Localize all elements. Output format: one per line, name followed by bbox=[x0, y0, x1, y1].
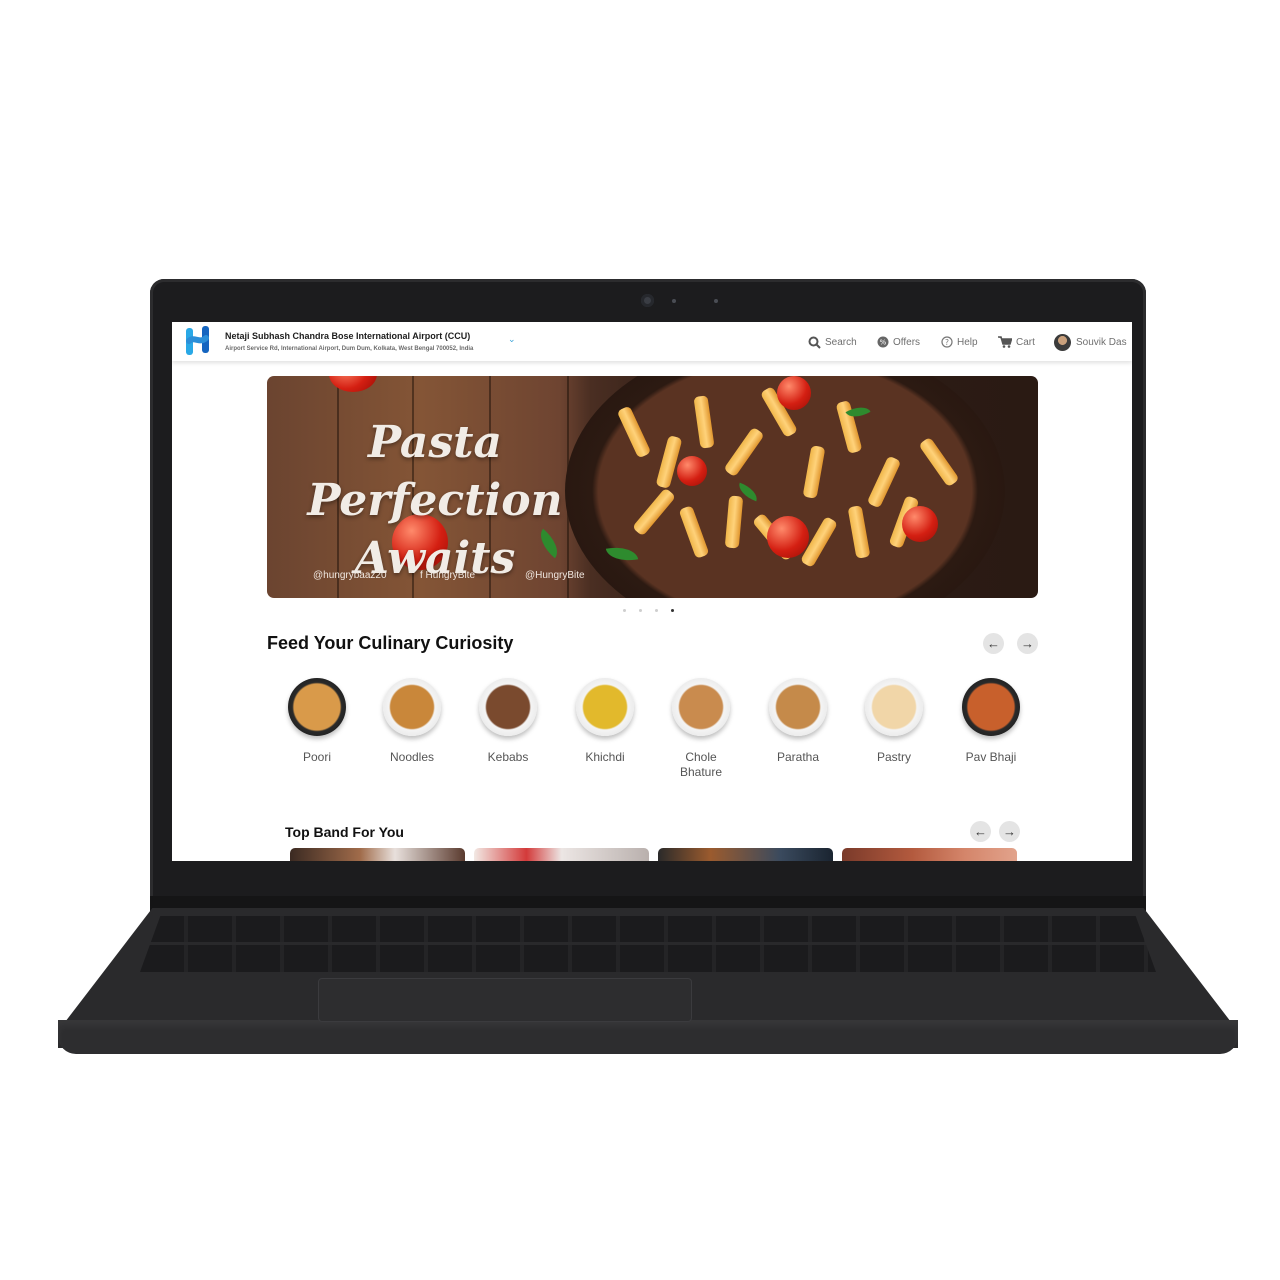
brand-card[interactable] bbox=[842, 848, 1017, 861]
khichdi-dish-icon bbox=[576, 678, 634, 736]
category-label: Kebabs bbox=[487, 750, 529, 764]
section-title-top-band: Top Band For You bbox=[285, 824, 404, 840]
noodles-dish-icon bbox=[383, 678, 441, 736]
location-address[interactable]: Airport Service Rd, International Airpor… bbox=[225, 346, 473, 352]
avatar bbox=[1054, 333, 1071, 351]
brand-card[interactable] bbox=[658, 848, 833, 861]
chole-bhature-dish-icon bbox=[672, 678, 730, 736]
carousel-dot-active[interactable] bbox=[671, 609, 674, 612]
help-button[interactable]: ? Help bbox=[941, 334, 978, 350]
carousel-dot[interactable] bbox=[623, 609, 626, 612]
webcam-icon bbox=[641, 294, 654, 307]
pastry-dish-icon bbox=[865, 678, 923, 736]
laptop-base-edge bbox=[58, 1020, 1238, 1054]
category-item[interactable]: Poori bbox=[269, 678, 365, 765]
top-band-prev-button[interactable]: ← bbox=[970, 821, 991, 842]
user-profile-button[interactable]: Souvik Das bbox=[1054, 333, 1127, 351]
svg-text:?: ? bbox=[945, 338, 949, 347]
kebabs-dish-icon bbox=[479, 678, 537, 736]
tomato-image bbox=[767, 516, 809, 558]
arrow-right-icon: → bbox=[1021, 636, 1034, 651]
search-icon bbox=[808, 336, 821, 349]
top-band-next-button[interactable]: → bbox=[999, 821, 1020, 842]
culinary-prev-button[interactable]: ← bbox=[983, 633, 1004, 654]
svg-text:%: % bbox=[880, 339, 887, 347]
category-item[interactable]: Kebabs bbox=[460, 678, 556, 765]
pav-bhaji-dish-icon bbox=[962, 678, 1020, 736]
carousel-dot[interactable] bbox=[655, 609, 658, 612]
help-label: Help bbox=[957, 336, 978, 348]
search-label: Search bbox=[825, 336, 857, 348]
category-carousel: Poori Noodles Kebabs Khichdi Chole Bhatu… bbox=[272, 678, 1042, 798]
section-title-culinary: Feed Your Culinary Curiosity bbox=[267, 633, 514, 653]
category-label: Chole Bhature bbox=[679, 750, 723, 779]
arrow-left-icon: ← bbox=[987, 636, 1000, 651]
category-label: Pav Bhaji bbox=[965, 750, 1017, 764]
help-icon: ? bbox=[941, 336, 953, 348]
hero-title-line1: Pasta Perfection bbox=[307, 417, 563, 526]
paratha-dish-icon bbox=[769, 678, 827, 736]
offers-label: Offers bbox=[893, 336, 921, 348]
category-item[interactable]: Khichdi bbox=[557, 678, 653, 765]
location-title[interactable]: Netaji Subhash Chandra Bose Internationa… bbox=[225, 331, 470, 341]
laptop-screen: Netaji Subhash Chandra Bose Internationa… bbox=[172, 322, 1132, 861]
category-item[interactable]: Paratha bbox=[750, 678, 846, 765]
top-navigation-bar: Netaji Subhash Chandra Bose Internationa… bbox=[172, 322, 1132, 361]
offer-badge-icon: % bbox=[877, 336, 889, 348]
category-item[interactable]: Noodles bbox=[364, 678, 460, 765]
hero-banner[interactable]: Pasta Perfection Awaits @hungrybaaz20 f … bbox=[267, 376, 1038, 598]
camera-indicator bbox=[672, 299, 676, 303]
cart-button[interactable]: Cart bbox=[998, 334, 1035, 350]
category-label: Khichdi bbox=[585, 750, 625, 764]
poori-dish-icon bbox=[288, 678, 346, 736]
category-item[interactable]: Chole Bhature bbox=[653, 678, 749, 780]
category-item[interactable]: Pav Bhaji bbox=[943, 678, 1039, 765]
category-label: Noodles bbox=[389, 750, 435, 764]
laptop-keyboard bbox=[140, 916, 1156, 972]
tomato-image bbox=[677, 456, 707, 486]
brand-card[interactable] bbox=[290, 848, 465, 861]
carousel-dots bbox=[623, 609, 674, 612]
category-item[interactable]: Pastry bbox=[846, 678, 942, 765]
hero-handle: f HungryBite bbox=[420, 570, 476, 581]
hungrybite-logo-icon[interactable] bbox=[184, 324, 212, 358]
carousel-dot[interactable] bbox=[639, 609, 642, 612]
category-label: Pastry bbox=[876, 750, 911, 764]
hero-handle: @hungrybaaz20 bbox=[313, 570, 387, 581]
cart-icon bbox=[998, 336, 1012, 348]
user-name: Souvik Das bbox=[1076, 336, 1127, 348]
arrow-left-icon: ← bbox=[974, 824, 987, 839]
category-label: Poori bbox=[302, 750, 331, 764]
chevron-down-icon[interactable]: ⌄ bbox=[508, 334, 516, 345]
brand-card[interactable] bbox=[474, 848, 649, 861]
hero-title: Pasta Perfection Awaits bbox=[285, 414, 585, 588]
laptop-touchpad bbox=[318, 978, 692, 1022]
offers-button[interactable]: % Offers bbox=[877, 334, 920, 350]
category-label: Paratha bbox=[776, 750, 820, 764]
culinary-next-button[interactable]: → bbox=[1017, 633, 1038, 654]
arrow-right-icon: → bbox=[1003, 824, 1016, 839]
hero-handle: @HungryBite bbox=[525, 570, 585, 581]
cart-label: Cart bbox=[1016, 336, 1035, 348]
search-button[interactable]: Search bbox=[808, 334, 857, 350]
top-band-carousel bbox=[290, 848, 1018, 861]
tomato-image bbox=[777, 376, 811, 410]
tomato-image bbox=[902, 506, 938, 542]
camera-sensor bbox=[714, 299, 718, 303]
